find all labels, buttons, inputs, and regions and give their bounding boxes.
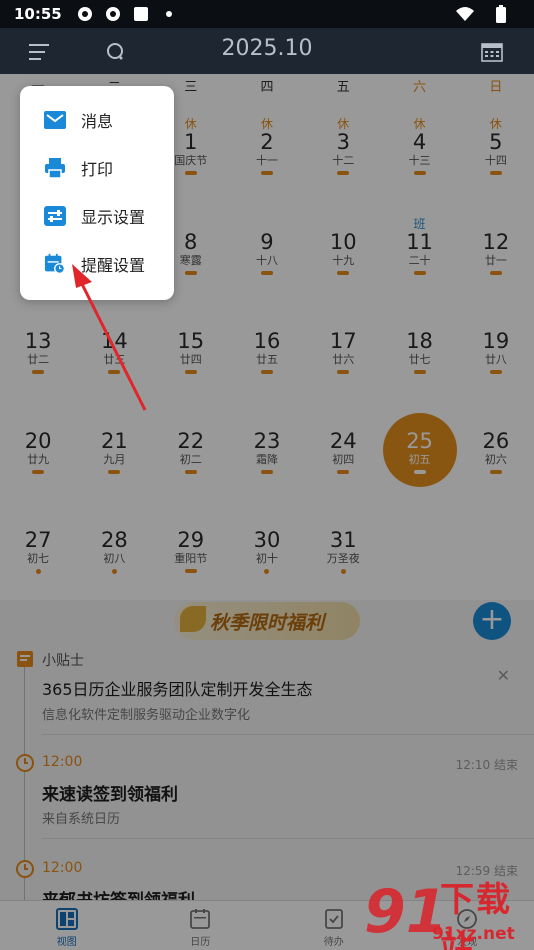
app-notification-icon-2 bbox=[104, 5, 122, 23]
wifi-icon bbox=[456, 5, 474, 23]
status-bar: 10:55 bbox=[0, 0, 534, 28]
watermark-url: 91xz.net bbox=[432, 924, 515, 944]
popup-menu: 消息 打印 显示设置 提醒设置 bbox=[20, 86, 174, 300]
printer-icon bbox=[44, 157, 66, 179]
more-notifications-dot-icon bbox=[160, 5, 178, 23]
menu-item-reminder-settings[interactable]: 提醒设置 bbox=[20, 240, 174, 288]
svg-text:91: 91 bbox=[364, 877, 440, 947]
mail-icon bbox=[44, 109, 66, 131]
calendar-view-icon[interactable] bbox=[476, 36, 508, 68]
battery-icon bbox=[492, 5, 510, 23]
menu-item-label: 打印 bbox=[81, 160, 114, 179]
menu-item-print[interactable]: 打印 bbox=[20, 144, 174, 192]
menu-item-label: 提醒设置 bbox=[81, 256, 146, 275]
watermark: 91 下载站 91xz.net bbox=[360, 866, 534, 950]
app-notification-icon bbox=[76, 5, 94, 23]
reminder-settings-icon bbox=[44, 253, 66, 275]
month-title[interactable]: 2025.10 bbox=[0, 36, 534, 61]
menu-item-label: 显示设置 bbox=[81, 208, 146, 227]
menu-item-display-settings[interactable]: 显示设置 bbox=[20, 192, 174, 240]
display-settings-icon bbox=[44, 205, 66, 227]
menu-item-label: 消息 bbox=[81, 112, 114, 131]
watermark-logo-icon: 91 bbox=[364, 877, 440, 947]
status-time: 10:55 bbox=[14, 5, 62, 23]
app-header: 2025.10 bbox=[0, 28, 534, 74]
square-notification-icon bbox=[132, 5, 150, 23]
menu-item-messages[interactable]: 消息 bbox=[20, 96, 174, 144]
